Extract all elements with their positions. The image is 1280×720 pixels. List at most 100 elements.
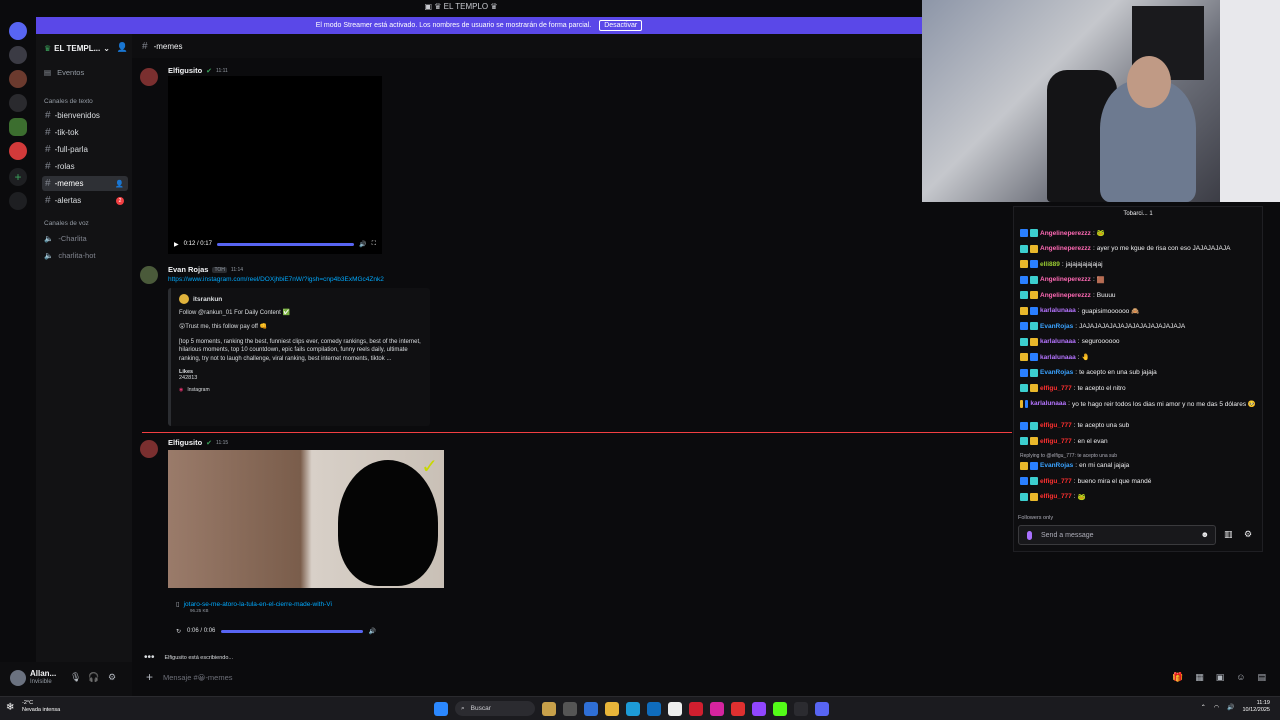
attach-plus-icon[interactable]: + [146, 670, 153, 684]
twitch-icon[interactable] [752, 701, 766, 716]
image-attachment[interactable]: ✓ [168, 450, 444, 588]
speaker-icon: 🔈 [44, 251, 54, 260]
youtube-icon[interactable] [731, 701, 745, 716]
netflix-icon[interactable] [689, 701, 703, 716]
chat-username[interactable]: Angelineperezzz [1040, 276, 1091, 283]
channel-tik-tok[interactable]: # -tik-tok [42, 125, 128, 140]
avatar[interactable] [140, 68, 158, 86]
fullscreen-icon[interactable]: ⛶ [372, 241, 376, 248]
video-progress-bar[interactable] [216, 242, 355, 246]
instagram-icon[interactable] [710, 701, 724, 716]
author-name[interactable]: Evan Rojas [168, 265, 208, 274]
volume-icon[interactable]: 🔊 [359, 241, 366, 248]
chrome-icon[interactable] [794, 701, 808, 716]
avatar[interactable] [140, 266, 158, 284]
text-channels-category[interactable]: Canales de texto [44, 98, 93, 105]
server-icon[interactable] [9, 94, 27, 112]
gear-icon[interactable]: ⚙ [1244, 529, 1252, 540]
headphones-icon[interactable]: 🎧 [88, 672, 99, 683]
chat-username[interactable]: EvanRojas [1040, 323, 1073, 330]
chat-badge-icon [1030, 353, 1038, 361]
discord-home-icon[interactable] [9, 22, 27, 40]
server-icon-active[interactable] [9, 118, 27, 136]
clock[interactable]: 11:19 10/12/2025 [1242, 700, 1270, 714]
browser-icon[interactable] [626, 701, 640, 716]
kick-icon[interactable] [773, 701, 787, 716]
events-item[interactable]: ▤ Eventos [44, 68, 84, 77]
discord-icon[interactable] [815, 701, 829, 716]
voice-channels-category[interactable]: Canales de voz [44, 220, 89, 227]
microphone-icon[interactable]: 🎙 [70, 672, 81, 683]
author-name[interactable]: Elfigusito [168, 66, 202, 75]
server-header[interactable]: ♛ EL TEMPL... ⌄ 👤 [44, 42, 128, 54]
channel-full-parla[interactable]: # -full-parla [42, 142, 128, 157]
audio-progress-bar[interactable] [221, 629, 363, 633]
network-icon[interactable]: ◠ [1214, 704, 1219, 711]
task-view-icon[interactable] [563, 701, 577, 716]
gif-icon[interactable]: ▦ [1195, 672, 1204, 683]
chat-username[interactable]: Angelineperezzz [1040, 292, 1091, 299]
message-input[interactable]: Mensaje #😀-memes [163, 673, 233, 682]
volume-icon[interactable]: 🔊 [1227, 704, 1234, 711]
clock-date: 10/12/2025 [1242, 707, 1270, 714]
pinned-message[interactable]: Tobarci... 1 [1014, 211, 1262, 217]
channel-label: -memes [54, 179, 84, 188]
widgets-icon[interactable] [542, 701, 556, 716]
embed-author[interactable]: itsrankun [179, 294, 422, 304]
play-icon[interactable]: ▶ [174, 241, 179, 248]
amazon-icon[interactable] [668, 701, 682, 716]
file-name[interactable]: jotaro-se-me-atoro-la-tula-en-el-cierre-… [184, 601, 332, 608]
taskbar-search[interactable]: ⌕ Buscar [455, 701, 535, 716]
chat-username[interactable]: karlalunaaa [1030, 400, 1066, 407]
twitch-chat-input[interactable]: Send a message ☻ [1018, 525, 1216, 545]
chat-username[interactable]: karlalunaaa [1040, 307, 1076, 314]
video-player[interactable]: ▶ 0:12 / 0:17 🔊 ⛶ [168, 76, 382, 254]
server-icon[interactable] [9, 46, 27, 64]
gift-icon[interactable]: ▥ [1224, 529, 1233, 540]
file-explorer-icon[interactable] [605, 701, 619, 716]
chat-username[interactable]: elfigu_777 [1040, 385, 1072, 392]
channel-rolas[interactable]: # -rolas [42, 159, 128, 174]
chat-username[interactable]: elfigu_777 [1040, 493, 1072, 500]
chat-username[interactable]: elfigu_777 [1040, 438, 1072, 445]
deactivate-streamer-button[interactable]: Desactivar [599, 20, 643, 31]
replay-icon[interactable]: ↻ [176, 628, 181, 635]
apps-icon[interactable]: ▤ [1257, 672, 1266, 683]
chat-username[interactable]: karlalunaaa [1040, 354, 1076, 361]
channel-alertas[interactable]: # -alertas 2 [42, 193, 128, 208]
sticker-icon[interactable]: ▣ [1216, 672, 1225, 683]
chat-username[interactable]: elfigu_777 [1040, 422, 1072, 429]
invite-icon[interactable]: 👤 [117, 42, 128, 53]
weather-widget[interactable]: ❄ -2°C Nevada intensa [6, 700, 60, 714]
author-name[interactable]: Elfigusito [168, 438, 202, 447]
windows-start-icon[interactable] [434, 701, 448, 716]
edge-icon[interactable] [584, 701, 598, 716]
emoji-icon[interactable]: ☺ [1236, 672, 1245, 683]
file-attachment[interactable]: ▯ jotaro-se-me-atoro-la-tula-en-el-cierr… [176, 600, 332, 614]
outlook-icon[interactable] [647, 701, 661, 716]
channel-memes[interactable]: # -memes 👤 [42, 176, 128, 191]
discover-icon[interactable] [9, 192, 27, 210]
chat-username[interactable]: karlalunaaa [1040, 338, 1076, 345]
chat-username[interactable]: elli889 [1040, 261, 1060, 268]
avatar[interactable] [140, 440, 158, 458]
chat-username[interactable]: elfigu_777 [1040, 478, 1072, 485]
chat-username[interactable]: EvanRojas [1040, 369, 1073, 376]
volume-icon[interactable]: 🔊 [369, 628, 376, 635]
gift-icon[interactable]: 🎁 [1172, 672, 1183, 683]
chat-username[interactable]: Angelineperezzz [1040, 245, 1091, 252]
emoji-icon[interactable]: ☻ [1201, 530, 1209, 539]
voice-channel-charlita-hot[interactable]: 🔈 charlita-hot [44, 251, 95, 260]
add-server-icon[interactable]: + [9, 168, 27, 186]
chat-username[interactable]: Angelineperezzz [1040, 230, 1091, 237]
server-icon[interactable] [9, 142, 27, 160]
avatar[interactable] [10, 670, 26, 686]
voice-channel-charlita[interactable]: 🔈 -Charlita [44, 234, 87, 243]
gear-icon[interactable]: ⚙ [108, 672, 116, 683]
server-icon[interactable] [9, 70, 27, 88]
message-link[interactable]: https://www.instagram.com/reel/DOXjhbiE7… [168, 276, 384, 283]
chevron-up-icon[interactable]: ⌃ [1201, 704, 1206, 711]
add-member-icon[interactable]: 👤 [115, 180, 124, 188]
channel-bienvenidos[interactable]: # -bienvenidos [42, 108, 128, 123]
chat-username[interactable]: EvanRojas [1040, 462, 1073, 469]
